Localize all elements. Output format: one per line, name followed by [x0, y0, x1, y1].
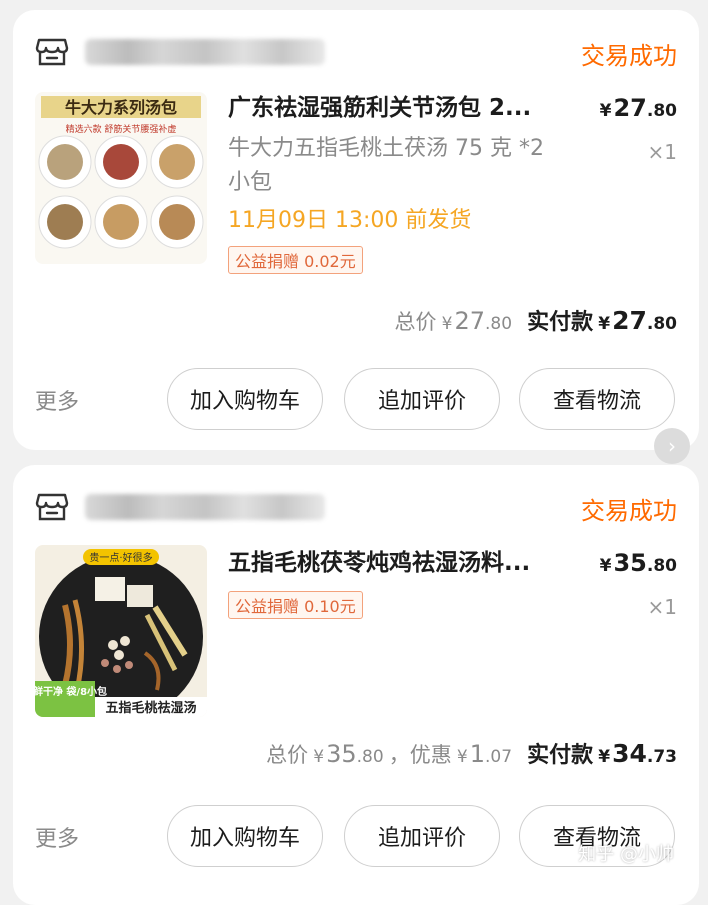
order-totals: 总价 ¥35.80 ，优惠 ¥1.07 实付款 ¥34.73 — [266, 737, 677, 769]
shop-icon — [35, 492, 69, 522]
shop-icon — [35, 37, 69, 67]
product-info[interactable]: 广东祛湿强筋利关节汤包 2... 牛大力五指毛桃土茯汤 75 克 *2小包 11… — [228, 90, 558, 274]
product-info[interactable]: 五指毛桃茯苓炖鸡祛湿汤料... 公益捐赠 0.10元 — [228, 545, 558, 619]
order-totals: 总价 ¥27.80 实付款 ¥27.80 — [395, 304, 677, 336]
add-review-button[interactable]: 追加评价 — [344, 368, 500, 430]
add-to-cart-button[interactable]: 加入购物车 — [167, 805, 323, 867]
ship-note: 11月09日 13:00 前发货 — [228, 208, 472, 233]
order-status: 交易成功 — [581, 42, 677, 70]
order-status: 交易成功 — [581, 497, 677, 525]
thumb-banner-text: 牛大力系列汤包 — [65, 98, 177, 117]
paid-value: ¥34.73 — [598, 739, 677, 768]
shop-name-blurred — [85, 494, 325, 520]
product-thumbnail[interactable]: 贵一点·好很多 新鲜干净 袋/8小包 五指毛桃祛湿汤 — [35, 545, 207, 717]
order-actions: 更多 加入购物车 追加评价 查看物流 — [35, 368, 677, 430]
paid-value: ¥27.80 — [598, 306, 677, 335]
order-card[interactable]: 交易成功 牛大力系列汤包 精选六款 舒筋关节腰强补虚 广东祛湿强筋利关节汤包 2… — [13, 10, 699, 450]
total-value: ¥27.80 — [441, 307, 513, 335]
charity-tag: 公益捐赠 0.02元 — [228, 246, 363, 274]
unit-price: ¥27.80 — [599, 94, 677, 122]
quantity: ×1 — [647, 140, 677, 164]
paid-label: 实付款 — [527, 743, 594, 768]
thumb-top-text: 贵一点·好很多 — [89, 551, 152, 564]
thumb-sub-text: 精选六款 舒筋关节腰强补虚 — [66, 123, 177, 135]
paid-label: 实付款 — [527, 310, 594, 335]
watermark: 知乎 @小帅 — [578, 844, 674, 865]
chevron-right-icon[interactable]: › — [654, 428, 690, 464]
discount-value: ¥1.07 — [456, 740, 513, 768]
product-spec: 牛大力五指毛桃土茯汤 75 克 *2小包 — [228, 136, 544, 195]
product-title[interactable]: 广东祛湿强筋利关节汤包 2... — [228, 90, 558, 126]
more-link[interactable]: 更多 — [35, 384, 79, 416]
add-to-cart-button[interactable]: 加入购物车 — [167, 368, 323, 430]
unit-price-block: ¥27.80 ×1 — [600, 94, 677, 164]
product-title[interactable]: 五指毛桃茯苓炖鸡祛湿汤料... — [228, 545, 558, 581]
product-thumbnail[interactable]: 牛大力系列汤包 精选六款 舒筋关节腰强补虚 — [35, 92, 207, 264]
shop-header[interactable]: 交易成功 — [35, 32, 677, 72]
order-card[interactable]: 交易成功 贵一点·好很多 新鲜干净 袋/8小包 五指毛桃祛湿汤 五指毛桃茯苓炖鸡… — [13, 465, 699, 905]
view-logistics-button[interactable]: 查看物流 — [519, 368, 675, 430]
shop-name-blurred — [85, 39, 325, 65]
shop-header[interactable]: 交易成功 — [35, 487, 677, 527]
total-label: 总价 — [394, 310, 437, 334]
unit-price-block: ¥35.80 ×1 — [600, 549, 677, 619]
unit-price: ¥35.80 — [599, 549, 677, 577]
total-value: ¥35.80 — [313, 740, 384, 768]
charity-tag: 公益捐赠 0.10元 — [228, 591, 363, 619]
add-review-button[interactable]: 追加评价 — [344, 805, 500, 867]
thumb-caption-text: 五指毛桃祛湿汤 — [105, 700, 196, 716]
quantity: ×1 — [647, 595, 677, 619]
total-label: 总价 — [266, 743, 309, 767]
more-link[interactable]: 更多 — [35, 821, 79, 853]
thumb-badge-text: 新鲜干净 袋/8小包 — [35, 685, 107, 698]
discount-label: ，优惠 — [388, 743, 452, 767]
